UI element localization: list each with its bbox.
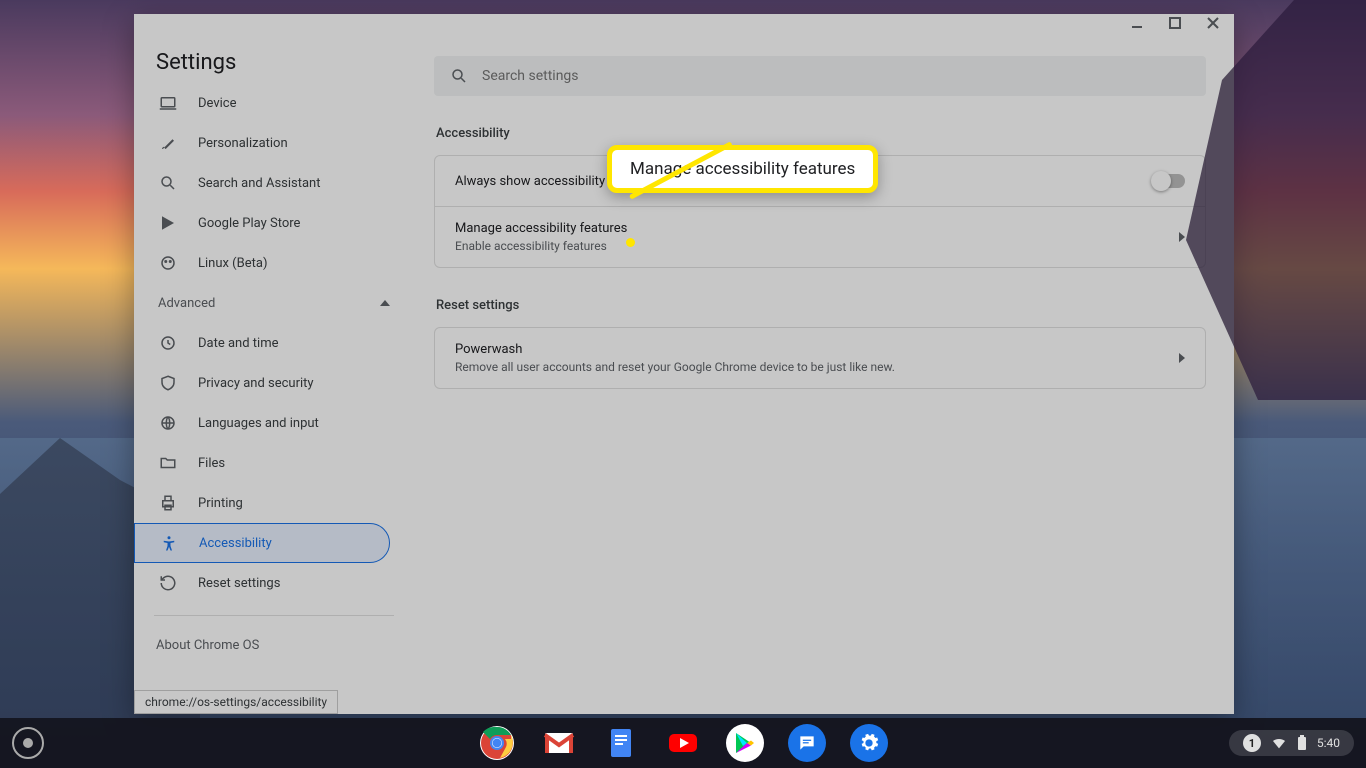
toggle-always-show-a11y[interactable]: [1153, 174, 1185, 188]
close-icon[interactable]: [1206, 16, 1220, 30]
app-title: Settings: [134, 50, 414, 91]
sidebar-item-label: Printing: [198, 496, 243, 511]
folder-icon: [158, 453, 178, 473]
search-icon: [450, 67, 468, 85]
settings-window: Settings Device Personalization Search a…: [134, 14, 1234, 714]
section-title-reset: Reset settings: [436, 298, 1206, 313]
messages-icon[interactable]: [788, 724, 826, 762]
youtube-icon[interactable]: [664, 724, 702, 762]
sidebar-item-label: Languages and input: [198, 416, 319, 431]
sidebar-about[interactable]: About Chrome OS: [134, 628, 414, 663]
annotation-dot: [626, 238, 635, 247]
wifi-icon: [1271, 735, 1287, 751]
tray-pill[interactable]: 1 5:40: [1229, 730, 1354, 756]
advanced-section-header[interactable]: Advanced: [134, 283, 414, 323]
row-title: Manage accessibility features: [455, 221, 1179, 236]
sidebar-item-device[interactable]: Device: [134, 91, 414, 123]
chevron-up-icon: [380, 300, 390, 306]
sidebar-item-languages[interactable]: Languages and input: [134, 403, 414, 443]
settings-icon[interactable]: [850, 724, 888, 762]
laptop-icon: [158, 93, 178, 113]
launcher-button[interactable]: [12, 727, 44, 759]
sidebar-item-search-assistant[interactable]: Search and Assistant: [134, 163, 414, 203]
tray-clock: 5:40: [1317, 736, 1340, 750]
desktop-wallpaper: Settings Device Personalization Search a…: [0, 0, 1366, 768]
chevron-right-icon: [1179, 232, 1185, 242]
chromeos-shelf: 1 5:40: [0, 718, 1366, 768]
sidebar-item-datetime[interactable]: Date and time: [134, 323, 414, 363]
sidebar-item-personalization[interactable]: Personalization: [134, 123, 414, 163]
printer-icon: [158, 493, 178, 513]
docs-icon[interactable]: [602, 724, 640, 762]
accessibility-icon: [159, 533, 179, 553]
sidebar-item-label: Date and time: [198, 336, 279, 351]
sidebar-item-label: Linux (Beta): [198, 256, 267, 271]
brush-icon: [158, 133, 178, 153]
shield-icon: [158, 373, 178, 393]
battery-icon: [1297, 735, 1307, 751]
sidebar-item-label: Google Play Store: [198, 216, 300, 231]
sidebar-item-label: Search and Assistant: [198, 176, 321, 191]
sidebar-item-files[interactable]: Files: [134, 443, 414, 483]
row-title: Powerwash: [455, 342, 1179, 357]
system-tray[interactable]: 1 5:40: [1229, 730, 1354, 756]
sidebar-item-reset[interactable]: Reset settings: [134, 563, 414, 603]
minimize-icon[interactable]: [1130, 16, 1144, 30]
row-powerwash[interactable]: Powerwash Remove all user accounts and r…: [435, 328, 1205, 388]
notification-badge: 1: [1243, 734, 1261, 752]
chevron-right-icon: [1179, 353, 1185, 363]
search-input[interactable]: [482, 68, 1190, 84]
sidebar-item-label: Device: [198, 96, 237, 111]
sidebar-item-label: Files: [198, 456, 225, 471]
search-icon: [158, 173, 178, 193]
sidebar-item-label: Personalization: [198, 136, 288, 151]
maximize-icon[interactable]: [1168, 16, 1182, 30]
sidebar-item-linux[interactable]: Linux (Beta): [134, 243, 414, 283]
sidebar-item-privacy[interactable]: Privacy and security: [134, 363, 414, 403]
sidebar-item-printing[interactable]: Printing: [134, 483, 414, 523]
sidebar-item-accessibility[interactable]: Accessibility: [134, 523, 390, 563]
sidebar-nav: Device Personalization Search and Assist…: [134, 91, 414, 714]
search-bar[interactable]: [434, 56, 1206, 96]
sidebar-item-label: Accessibility: [199, 536, 272, 551]
advanced-label: Advanced: [158, 296, 215, 311]
sidebar-item-play-store[interactable]: Google Play Store: [134, 203, 414, 243]
linux-icon: [158, 253, 178, 273]
row-subtitle: Enable accessibility features: [455, 239, 1179, 253]
gmail-icon[interactable]: [540, 724, 578, 762]
sidebar: Settings Device Personalization Search a…: [134, 32, 414, 714]
globe-icon: [158, 413, 178, 433]
window-titlebar: [134, 14, 1234, 32]
main-content: Accessibility Always show accessibility …: [414, 32, 1234, 714]
sidebar-item-label: Privacy and security: [198, 376, 314, 391]
restore-icon: [158, 573, 178, 593]
reset-card: Powerwash Remove all user accounts and r…: [434, 327, 1206, 389]
shelf-apps: [478, 724, 888, 762]
chrome-icon[interactable]: [478, 724, 516, 762]
play-store-icon[interactable]: [726, 724, 764, 762]
play-store-icon: [158, 213, 178, 233]
row-subtitle: Remove all user accounts and reset your …: [455, 360, 1179, 374]
sidebar-item-label: Reset settings: [198, 576, 280, 591]
section-title-accessibility: Accessibility: [436, 126, 1206, 141]
status-url: chrome://os-settings/accessibility: [134, 690, 338, 714]
clock-icon: [158, 333, 178, 353]
row-manage-a11y-features[interactable]: Manage accessibility features Enable acc…: [435, 206, 1205, 267]
sidebar-divider: [154, 615, 394, 616]
